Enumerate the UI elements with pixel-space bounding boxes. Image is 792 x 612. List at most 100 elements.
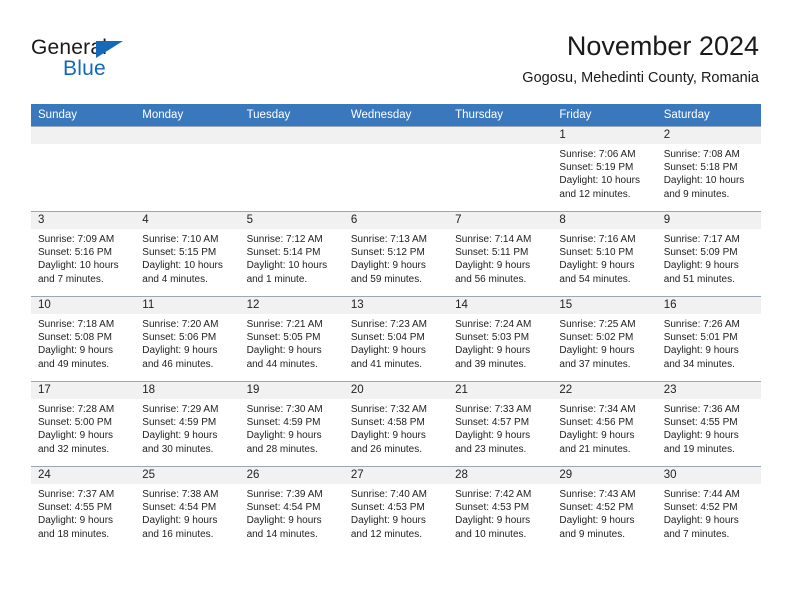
daylight-text-line1: Daylight: 9 hours: [246, 345, 322, 357]
calendar-week-row: 17 Sunrise: 7:28 AM Sunset: 5:00 PM Dayligh…: [31, 381, 761, 467]
calendar-day-cell[interactable]: 29 Sunrise: 7:43 AM Sunset: 4:52 PM Dayligh…: [552, 466, 657, 551]
calendar-day-cell[interactable]: 24 Sunrise: 7:37 AM Sunset: 4:55 PM Dayligh…: [31, 466, 136, 551]
calendar-header-row: Sunday Monday Tuesday Wednesday Thursday…: [31, 104, 761, 127]
sunset-text: Sunset: 5:12 PM: [350, 247, 425, 259]
sunrise-text: Sunrise: 7:32 AM: [350, 404, 427, 415]
day-number: 16: [656, 297, 761, 314]
calendar-day-cell[interactable]: 9 Sunrise: 7:17 AM Sunset: 5:09 PM Daylight…: [656, 211, 761, 297]
calendar-day-cell[interactable]: 15 Sunrise: 7:25 AM Sunset: 5:02 PM Dayligh…: [552, 296, 657, 382]
calendar-day-cell[interactable]: 21 Sunrise: 7:33 AM Sunset: 4:57 PM Dayligh…: [448, 381, 553, 467]
sunrise-text: Sunrise: 7:25 AM: [559, 319, 636, 330]
sunrise-text: Sunrise: 7:08 AM: [663, 149, 740, 160]
day-number: 25: [135, 467, 240, 484]
calendar-day-cell[interactable]: 25 Sunrise: 7:38 AM Sunset: 4:54 PM Dayligh…: [135, 466, 240, 551]
day-details: Sunrise: 7:26 AM Sunset: 5:01 PM Daylight:…: [657, 314, 761, 371]
calendar-day-cell[interactable]: 22 Sunrise: 7:34 AM Sunset: 4:56 PM Dayligh…: [552, 381, 657, 467]
daylight-text-line1: Daylight: 10 hours: [559, 175, 641, 187]
day-details: Sunrise: 7:20 AM Sunset: 5:06 PM Daylight:…: [135, 314, 239, 371]
sunrise-text: Sunrise: 7:34 AM: [559, 404, 636, 415]
day-number: 3: [31, 212, 136, 229]
calendar-day-cell[interactable]: 3 Sunrise: 7:09 AM Sunset: 5:16 PM Daylight…: [31, 211, 136, 297]
sunset-text: Sunset: 4:56 PM: [559, 417, 634, 429]
day-details: Sunrise: 7:42 AM Sunset: 4:53 PM Daylight:…: [448, 484, 552, 541]
sunrise-text: Sunrise: 7:39 AM: [246, 489, 323, 500]
weekday-header-wednesday: Wednesday: [343, 104, 449, 127]
calendar-day-cell[interactable]: 30 Sunrise: 7:44 AM Sunset: 4:52 PM Dayligh…: [656, 466, 761, 551]
day-number: 4: [135, 212, 240, 229]
sunset-text: Sunset: 4:57 PM: [455, 417, 530, 429]
day-number: 23: [656, 382, 761, 399]
calendar-day-cell[interactable]: 20 Sunrise: 7:32 AM Sunset: 4:58 PM Dayligh…: [343, 381, 449, 467]
sunrise-text: Sunrise: 7:23 AM: [350, 319, 427, 330]
sunrise-text: Sunrise: 7:28 AM: [38, 404, 115, 415]
calendar-cell-empty: [31, 126, 136, 212]
calendar-day-cell[interactable]: 13 Sunrise: 7:23 AM Sunset: 5:04 PM Dayligh…: [343, 296, 449, 382]
day-number: 15: [552, 297, 657, 314]
day-number: [135, 127, 240, 144]
calendar-day-cell[interactable]: 26 Sunrise: 7:39 AM Sunset: 4:54 PM Dayligh…: [239, 466, 344, 551]
calendar-day-cell[interactable]: 17 Sunrise: 7:28 AM Sunset: 5:00 PM Dayligh…: [31, 381, 136, 467]
calendar-page: General Blue November 2024 Gogosu, Mehed…: [0, 0, 792, 612]
sunset-text: Sunset: 5:05 PM: [246, 332, 321, 344]
calendar-day-cell[interactable]: 7 Sunrise: 7:14 AM Sunset: 5:11 PM Daylight…: [448, 211, 553, 297]
day-details: Sunrise: 7:38 AM Sunset: 4:54 PM Daylight:…: [135, 484, 239, 541]
calendar-day-cell[interactable]: 18 Sunrise: 7:29 AM Sunset: 4:59 PM Dayligh…: [135, 381, 240, 467]
calendar-day-cell[interactable]: 5 Sunrise: 7:12 AM Sunset: 5:14 PM Daylight…: [239, 211, 344, 297]
daylight-text-line1: Daylight: 9 hours: [38, 515, 114, 527]
day-details: Sunrise: 7:17 AM Sunset: 5:09 PM Daylight:…: [657, 229, 761, 286]
sunset-text: Sunset: 4:54 PM: [142, 502, 217, 514]
calendar-day-cell[interactable]: 28 Sunrise: 7:42 AM Sunset: 4:53 PM Dayligh…: [448, 466, 553, 551]
sunrise-text: Sunrise: 7:14 AM: [455, 234, 532, 245]
day-number: 11: [135, 297, 240, 314]
calendar-day-cell[interactable]: 23 Sunrise: 7:36 AM Sunset: 4:55 PM Dayligh…: [656, 381, 761, 467]
general-blue-logo[interactable]: General Blue: [31, 36, 231, 88]
calendar-day-cell[interactable]: 1 Sunrise: 7:06 AM Sunset: 5:19 PM Daylight…: [552, 126, 657, 212]
weekday-header-sunday: Sunday: [31, 104, 136, 127]
day-number: 30: [656, 467, 761, 484]
day-number: 27: [343, 467, 449, 484]
calendar-day-cell[interactable]: 8 Sunrise: 7:16 AM Sunset: 5:10 PM Daylight…: [552, 211, 657, 297]
calendar-day-cell[interactable]: 10 Sunrise: 7:18 AM Sunset: 5:08 PM Dayligh…: [31, 296, 136, 382]
sunrise-text: Sunrise: 7:09 AM: [38, 234, 115, 245]
daylight-text-line2: and 4 minutes.: [142, 273, 208, 285]
day-details: Sunrise: 7:37 AM Sunset: 4:55 PM Daylight:…: [31, 484, 135, 541]
day-number: 26: [239, 467, 344, 484]
calendar-day-cell[interactable]: 19 Sunrise: 7:30 AM Sunset: 4:59 PM Dayligh…: [239, 381, 344, 467]
calendar-day-cell[interactable]: 27 Sunrise: 7:40 AM Sunset: 4:53 PM Dayligh…: [343, 466, 449, 551]
calendar-day-cell[interactable]: 4 Sunrise: 7:10 AM Sunset: 5:15 PM Daylight…: [135, 211, 240, 297]
calendar-cell-empty: [343, 126, 449, 212]
daylight-text-line1: Daylight: 10 hours: [38, 260, 119, 272]
daylight-text-line2: and 51 minutes.: [663, 273, 735, 285]
sunrise-text: Sunrise: 7:16 AM: [559, 234, 636, 245]
day-details: Sunrise: 7:09 AM Sunset: 5:16 PM Daylight:…: [31, 229, 135, 286]
day-details: Sunrise: 7:40 AM Sunset: 4:53 PM Daylight:…: [344, 484, 448, 541]
day-details: Sunrise: 7:08 AM Sunset: 5:18 PM Daylight:…: [657, 144, 761, 201]
daylight-text-line2: and 37 minutes.: [559, 358, 631, 370]
sunset-text: Sunset: 5:06 PM: [142, 332, 217, 344]
calendar-day-cell[interactable]: 6 Sunrise: 7:13 AM Sunset: 5:12 PM Daylight…: [343, 211, 449, 297]
daylight-text-line1: Daylight: 9 hours: [142, 345, 218, 357]
calendar-day-cell[interactable]: 12 Sunrise: 7:21 AM Sunset: 5:05 PM Dayligh…: [239, 296, 344, 382]
day-number: 13: [343, 297, 449, 314]
sunrise-text: Sunrise: 7:13 AM: [350, 234, 427, 245]
calendar-day-cell[interactable]: 11 Sunrise: 7:20 AM Sunset: 5:06 PM Dayligh…: [135, 296, 240, 382]
daylight-text-line2: and 1 minute.: [246, 273, 308, 285]
day-number: 12: [239, 297, 344, 314]
logo-triangle-icon: [96, 41, 123, 58]
day-number: 10: [31, 297, 136, 314]
day-number: 17: [31, 382, 136, 399]
daylight-text-line1: Daylight: 9 hours: [455, 345, 531, 357]
daylight-text-line2: and 14 minutes.: [246, 528, 318, 540]
daylight-text-line2: and 18 minutes.: [38, 528, 110, 540]
calendar-day-cell[interactable]: 16 Sunrise: 7:26 AM Sunset: 5:01 PM Dayligh…: [656, 296, 761, 382]
sunset-text: Sunset: 5:19 PM: [559, 162, 634, 174]
calendar-body: 1 Sunrise: 7:06 AM Sunset: 5:19 PM Daylight…: [31, 126, 761, 551]
day-number: 14: [448, 297, 553, 314]
day-number: 18: [135, 382, 240, 399]
day-details: Sunrise: 7:30 AM Sunset: 4:59 PM Daylight:…: [240, 399, 344, 456]
calendar-day-cell[interactable]: 14 Sunrise: 7:24 AM Sunset: 5:03 PM Dayligh…: [448, 296, 553, 382]
calendar-day-cell[interactable]: 2 Sunrise: 7:08 AM Sunset: 5:18 PM Daylight…: [656, 126, 761, 212]
sunset-text: Sunset: 4:59 PM: [246, 417, 321, 429]
day-details: Sunrise: 7:32 AM Sunset: 4:58 PM Daylight:…: [344, 399, 448, 456]
logo-text-blue: Blue: [63, 57, 106, 80]
